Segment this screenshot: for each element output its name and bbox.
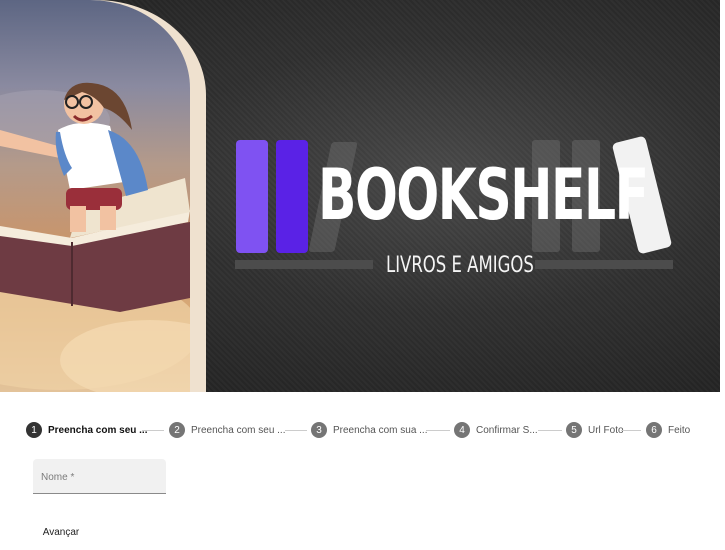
logo-book-bar-violet (276, 140, 308, 253)
signup-page: BOOKSHELF LIVROS E AMIGOS 1 Preencha com… (0, 0, 725, 550)
step-label: Preencha com seu ... (191, 424, 286, 436)
step-number-badge: 2 (169, 422, 185, 438)
logo-book-bar-purple (236, 140, 268, 253)
bookshelf-logo: BOOKSHELF LIVROS E AMIGOS (232, 135, 682, 286)
logo-title: BOOKSHELF (318, 154, 649, 236)
step-label: Preencha com seu ... (48, 424, 148, 436)
step-4[interactable]: 4 Confirmar S... (454, 422, 538, 438)
logo-underline-left (235, 260, 373, 269)
step-3[interactable]: 3 Preencha com sua ... (311, 422, 428, 438)
hero-banner: BOOKSHELF LIVROS E AMIGOS (0, 0, 720, 392)
step-label: Preencha com sua ... (333, 424, 428, 436)
step-5[interactable]: 5 Url Foto (566, 422, 624, 438)
step-label: Confirmar S... (476, 424, 538, 436)
signup-stepper: 1 Preencha com seu ... 2 Preencha com se… (26, 422, 706, 440)
step-connector (142, 430, 164, 431)
step-label: Url Foto (588, 424, 624, 436)
name-field[interactable]: Nome * (33, 459, 166, 494)
next-button[interactable]: Avançar (33, 522, 89, 544)
hero-illustration (0, 0, 190, 392)
step-label: Feito (668, 424, 691, 436)
step-number-badge: 4 (454, 422, 470, 438)
step-number-badge: 1 (26, 422, 42, 438)
logo-underline-right (535, 260, 673, 269)
step-number-badge: 3 (311, 422, 327, 438)
step-connector (538, 430, 562, 431)
step-2[interactable]: 2 Preencha com seu ... (169, 422, 286, 438)
girl-on-flying-book-image (0, 82, 190, 392)
step-connector (621, 430, 641, 431)
step-connector (426, 430, 450, 431)
step-6[interactable]: 6 Feito (646, 422, 690, 438)
step-number-badge: 6 (646, 422, 662, 438)
name-field-label: Nome * (41, 472, 75, 483)
step-1[interactable]: 1 Preencha com seu ... (26, 422, 148, 438)
step-connector (285, 430, 307, 431)
step-number-badge: 5 (566, 422, 582, 438)
logo-subtitle: LIVROS E AMIGOS (386, 253, 534, 278)
